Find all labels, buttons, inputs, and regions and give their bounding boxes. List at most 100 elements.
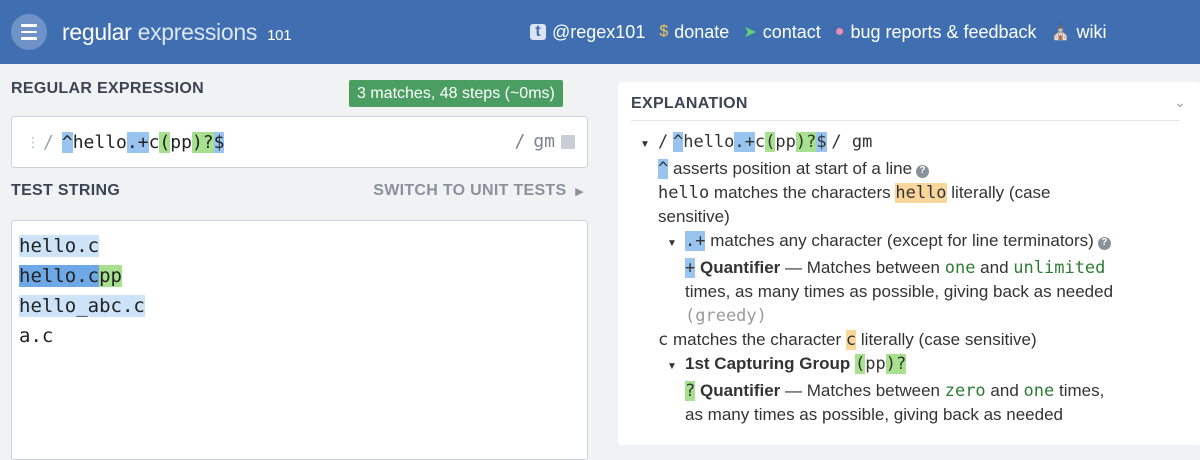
twitter-icon: t: [530, 23, 546, 40]
test-line-text: a.c: [19, 325, 54, 347]
c-highlight: c: [845, 330, 857, 350]
nav-wiki[interactable]: ⛪ wiki: [1051, 22, 1107, 43]
test-string-input[interactable]: hello.c hello.cpp hello_abc.c a.c: [11, 220, 588, 460]
root-open-slash: /: [658, 132, 669, 152]
hello-token: hello: [658, 183, 710, 203]
test-line: hello.c: [19, 231, 587, 261]
explanation-item-caret: ^ asserts position at start of a line?: [640, 157, 1180, 181]
explanation-panel: EXPLANATION ⌄ ▼ / ^hello.+c(pp)?$ / gm ^ …: [618, 82, 1200, 445]
regex-token-c: c: [148, 131, 160, 153]
explanation-tree: ▼ / ^hello.+c(pp)?$ / gm ^ asserts positi…: [640, 130, 1180, 427]
quantifier-text: and: [990, 381, 1019, 400]
regex-section-title: REGULAR EXPRESSION: [11, 80, 204, 97]
explanation-item-quantifier-1: + Quantifier — Matches between one and u…: [640, 256, 1180, 280]
quantifier-text: and: [980, 258, 1009, 277]
regex-token-literal: hello: [72, 131, 127, 153]
root-token: .+: [734, 132, 755, 152]
menu-icon-bar: [21, 30, 37, 34]
quantifier-text: times, as many times as possible, giving…: [685, 282, 1114, 301]
q2-token: ?: [685, 381, 696, 401]
site-logo[interactable]: regular expressions 101: [62, 19, 292, 46]
editor-panel: REGULAR EXPRESSION 3 matches, 48 steps (…: [0, 64, 600, 460]
explanation-item-hello: hello matches the characters hello liter…: [640, 181, 1180, 205]
regex-input[interactable]: ⋮ / ^hello.+c(pp)?$ / gm: [11, 116, 588, 168]
dollar-icon: $: [659, 23, 669, 40]
quantifier-text: — Matches between: [785, 381, 940, 400]
menu-icon: [21, 24, 37, 27]
dotplus-token: .+: [685, 231, 706, 251]
dotplus-text: matches any character (except for line t…: [710, 231, 1094, 250]
root-close: / gm: [831, 132, 873, 152]
quantifier-text: times,: [1058, 381, 1105, 400]
help-icon[interactable]: ?: [916, 164, 930, 178]
regex-token-anchor: ^: [61, 131, 73, 153]
root-token: c: [754, 132, 766, 152]
brand-number: 101: [267, 26, 292, 44]
c-text: matches the character: [672, 330, 842, 349]
regex-token-dotplus: .+: [126, 131, 149, 153]
menu-icon-bar: [21, 37, 37, 40]
group-token: ?: [896, 354, 907, 374]
regex-token-group-open: (: [159, 131, 171, 153]
hello-text: matches the characters: [713, 183, 891, 202]
root-token: ?: [806, 132, 817, 152]
test-line-text: hello.c: [19, 265, 100, 287]
explanation-item-group[interactable]: ▼ 1st Capturing Group (pp)?: [640, 352, 1180, 379]
switch-unit-tests-link[interactable]: SWITCH TO UNIT TESTS ▶: [373, 182, 584, 200]
help-icon[interactable]: ?: [1097, 236, 1111, 250]
quantifier-label: Quantifier: [699, 381, 781, 400]
drag-handle-icon[interactable]: ⋮: [26, 134, 40, 151]
regex-flags[interactable]: / gm: [514, 131, 575, 152]
divider: [631, 120, 1180, 121]
root-token: ): [795, 132, 807, 152]
test-line: hello.cpp: [19, 261, 587, 291]
test-line: a.c: [19, 321, 587, 351]
explanation-root[interactable]: ▼ / ^hello.+c(pp)?$ / gm: [640, 130, 1180, 157]
explanation-item-c: c matches the character c literally (cas…: [640, 328, 1180, 352]
top-header: regular expressions 101 t @regex101 $ do…: [0, 0, 1200, 64]
group-label: 1st Capturing Group: [685, 354, 851, 373]
group-token: (: [855, 354, 866, 374]
chevron-down-icon[interactable]: ⌄: [1174, 94, 1186, 111]
regex-code[interactable]: ^hello.+c(pp)?$: [61, 131, 225, 153]
triangle-down-icon[interactable]: ▼: [640, 133, 658, 157]
plus-token: +: [685, 258, 696, 278]
test-line-text: hello.c: [19, 235, 100, 257]
send-icon: ➤: [743, 24, 757, 41]
chevron-right-icon: ▶: [575, 186, 584, 198]
explanation-item-quantifier-2-cont: as many times as possible, giving back a…: [640, 403, 1180, 427]
regex-token-optional: ?: [202, 131, 214, 153]
caret-token: ^: [658, 159, 669, 179]
root-token: hello: [683, 132, 735, 152]
caret-text: asserts position at start of a line: [672, 159, 913, 178]
hello-highlight: hello: [895, 183, 947, 203]
nav-bug-reports[interactable]: ● bug reports & feedback: [835, 22, 1037, 43]
greedy-label: (greedy): [685, 306, 767, 326]
nav-donate-label: donate: [674, 21, 730, 42]
menu-button[interactable]: [11, 14, 47, 50]
root-token: pp: [775, 132, 796, 152]
regex-token-end-anchor: $: [213, 131, 225, 153]
regex-flags-text: gm: [533, 131, 555, 152]
triangle-down-icon[interactable]: ▼: [667, 355, 685, 379]
c-token: c: [658, 330, 669, 350]
root-token: (: [765, 132, 776, 152]
nav-donate[interactable]: $ donate: [659, 22, 729, 43]
triangle-down-icon[interactable]: ▼: [667, 232, 685, 256]
explanation-item-hello-cont: sensitive): [640, 205, 1180, 229]
nav-twitter[interactable]: t @regex101: [530, 22, 645, 43]
nav-wiki-label: wiki: [1076, 21, 1107, 42]
bank-icon: ⛪: [1050, 24, 1071, 41]
bug-icon: ●: [834, 23, 845, 40]
test-line: hello_abc.c: [19, 291, 587, 321]
quantifier-min: one: [944, 258, 976, 278]
root-token: $: [816, 132, 827, 152]
switch-unit-tests-label: SWITCH TO UNIT TESTS: [373, 182, 567, 199]
nav-contact[interactable]: ➤ contact: [743, 22, 820, 43]
quantifier-text: — Matches between: [785, 258, 940, 277]
explanation-item-dotplus[interactable]: ▼ .+ matches any character (except for li…: [640, 229, 1180, 256]
regex-open-slash: /: [43, 131, 54, 153]
nav-contact-label: contact: [762, 21, 821, 42]
quantifier-label: Quantifier: [699, 258, 781, 277]
c-text: literally (case sensitive): [860, 330, 1037, 349]
